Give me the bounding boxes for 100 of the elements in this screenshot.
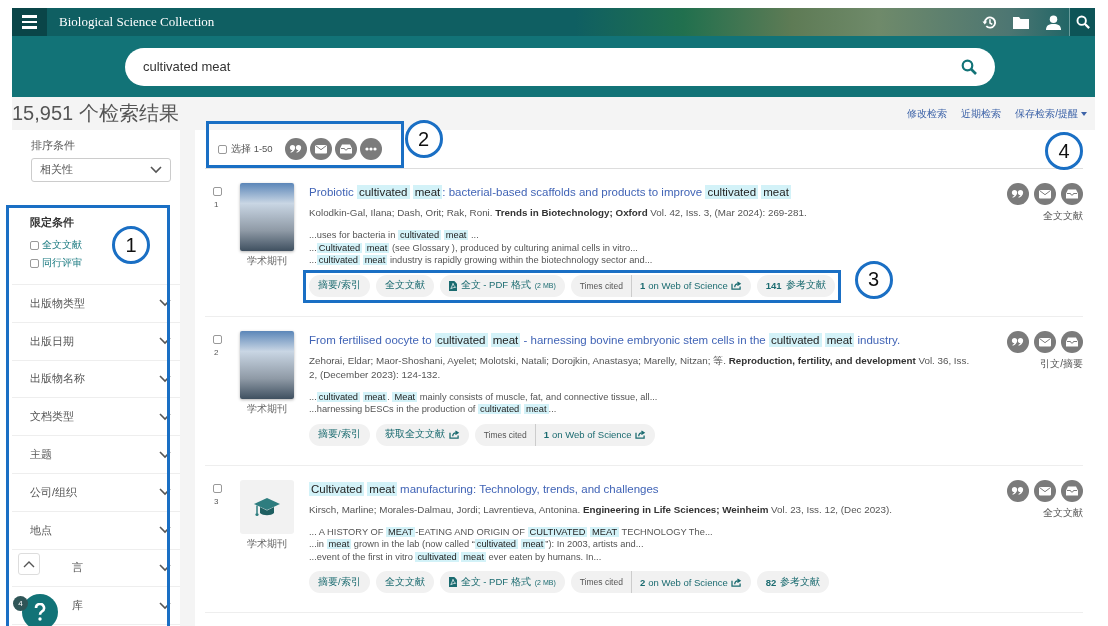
email-button[interactable]	[1034, 183, 1056, 205]
chevron-down-icon	[159, 412, 171, 421]
chevron-down-icon	[159, 601, 171, 610]
result-link-button[interactable]: 141 参考文献	[756, 274, 835, 297]
search-link[interactable]: 修改检索	[907, 106, 948, 121]
chevron-down-icon	[159, 299, 171, 308]
folder-icon	[1013, 15, 1029, 29]
access-label: 引文/摘要	[1040, 356, 1083, 371]
document-type-label: 学术期刊	[247, 536, 287, 551]
pdf-icon	[448, 577, 457, 587]
facet-row[interactable]: 出版物类型	[12, 285, 180, 323]
tray-button[interactable]	[334, 138, 357, 160]
select-all-checkbox[interactable]	[218, 144, 227, 154]
result-count: 15,951 个检索结果	[12, 101, 179, 126]
snippet-text: ...Cultivated meat (see Glossary ), produced by culturing animal cells in vitro...	[309, 241, 639, 254]
full-text-button[interactable]: 获取全文文献	[375, 423, 469, 446]
result-title[interactable]: Probiotic cultivated meat: bacterial-based scaffolds and products to improve cultivated meat	[309, 183, 979, 201]
facet-row[interactable]: 公司/组织	[12, 474, 180, 512]
tray-icon	[1066, 486, 1078, 495]
cite-button[interactable]	[1007, 479, 1029, 502]
result-checkbox[interactable]	[213, 187, 222, 196]
result-link-button[interactable]: 摘要/索引	[309, 423, 370, 446]
menu-button[interactable]	[12, 8, 47, 36]
result-number: 2	[213, 347, 219, 357]
user-icon	[1045, 14, 1061, 30]
citation-text: Kolodkin-Gal, Ilana; Dash, Orit; Rak, Roni. Trends in Biotechnology; Oxford Vol. 42, Iss. 3, (Mar 2024): 269-281.	[309, 206, 808, 220]
result-title[interactable]: From fertilised oocyte to cultivated meat - harnessing bovine embryonic stem cells in the cultivated meat industry.	[309, 330, 979, 349]
result-checkbox[interactable]	[213, 334, 222, 344]
search-button[interactable]	[1069, 8, 1095, 36]
document-type-label: 学术期刊	[247, 254, 287, 268]
times-cited-label: Times cited	[483, 423, 536, 446]
web-of-science-link[interactable]: 2 on Web of Science	[631, 576, 742, 588]
tray-button[interactable]	[1061, 479, 1083, 502]
email-button[interactable]	[1034, 330, 1056, 353]
limit-option[interactable]: 全文文献	[42, 238, 82, 252]
result-title[interactable]: Cultivated meat manufacturing: Technology, trends, and challenges	[309, 479, 979, 498]
limit-checkbox[interactable]	[30, 258, 39, 268]
search-icon	[1075, 15, 1090, 29]
facet-label: 出版物类型	[30, 295, 85, 311]
cite-button[interactable]	[1007, 183, 1029, 205]
tray-icon	[1066, 337, 1078, 346]
facet-row[interactable]: 出版日期	[12, 322, 180, 361]
quote-icon	[289, 144, 301, 153]
quote-icon	[1011, 189, 1024, 198]
external-link-icon	[448, 430, 460, 439]
facet-row[interactable]: 文档类型	[12, 398, 180, 437]
cite-button[interactable]	[1007, 330, 1029, 353]
sort-dropdown[interactable]: 相关性	[31, 158, 171, 182]
cite-button[interactable]	[284, 138, 307, 160]
web-of-science-link[interactable]: 1 on Web of Science	[535, 429, 646, 440]
facet-row[interactable]: 地点	[12, 511, 180, 550]
result-number: 3	[213, 496, 219, 506]
chevron-down-icon	[159, 450, 171, 459]
site-title[interactable]: Biological Science Collection	[59, 14, 973, 30]
access-label: 全文文献	[1043, 209, 1083, 223]
tray-button[interactable]	[1061, 183, 1083, 205]
envelope-icon	[1039, 190, 1051, 199]
chevron-up-icon	[23, 560, 35, 568]
facet-row[interactable]: 主题	[12, 436, 180, 474]
chevron-down-icon	[150, 166, 162, 174]
search-bar[interactable]: cultivated meat	[125, 47, 995, 86]
scroll-up-button[interactable]	[18, 553, 40, 575]
search-submit-button[interactable]	[961, 58, 977, 75]
facet-label: 库	[72, 598, 83, 614]
document-type-label: 学术期刊	[247, 401, 287, 416]
quote-icon	[1011, 486, 1024, 495]
search-icon	[961, 58, 977, 75]
result-link-button[interactable]: 全文文献	[375, 571, 434, 593]
question-mark-icon	[34, 603, 46, 621]
search-link[interactable]: 近期检索	[961, 106, 1002, 121]
facet-row[interactable]: 出版物名称	[12, 360, 180, 399]
times-cited-label: Times cited	[579, 274, 632, 297]
journal-cover-photo[interactable]	[240, 183, 294, 251]
callout-marker: 4	[1045, 132, 1083, 170]
facet-label: 主题	[30, 447, 52, 463]
email-button[interactable]	[309, 138, 332, 160]
chevron-down-icon	[159, 337, 171, 346]
limit-checkbox[interactable]	[30, 240, 39, 250]
history-icon	[981, 14, 997, 30]
result-checkbox[interactable]	[213, 483, 222, 493]
more-button[interactable]	[359, 138, 382, 160]
times-cited-label: Times cited	[579, 571, 632, 593]
caret-icon	[1081, 111, 1087, 116]
result-link-button[interactable]: 全文文献	[375, 274, 434, 297]
search-field[interactable]: cultivated meat	[143, 59, 961, 74]
result-link-button[interactable]: 摘要/索引	[309, 571, 370, 593]
callout-marker: 3	[854, 260, 893, 299]
chevron-down-icon	[159, 375, 171, 383]
journal-cover-photo[interactable]	[240, 330, 294, 399]
save-search-menu[interactable]: 保存检索/提醒	[1015, 106, 1087, 121]
sort-label: 排序条件	[31, 138, 76, 153]
quote-icon	[1011, 337, 1024, 346]
result-link-button[interactable]: 摘要/索引	[309, 274, 370, 297]
thumbnail-placeholder[interactable]	[240, 479, 294, 534]
email-button[interactable]	[1034, 479, 1056, 502]
tray-button[interactable]	[1061, 330, 1083, 353]
limit-option[interactable]: 同行评审	[42, 256, 82, 270]
result-link-button[interactable]: 82 参考文献	[756, 571, 830, 593]
snippet-text: ...cultivated meat. Meat mainly consists of muscle, fat, and connective tissue, all...	[309, 390, 659, 403]
web-of-science-link[interactable]: 1 on Web of Science	[631, 280, 742, 291]
